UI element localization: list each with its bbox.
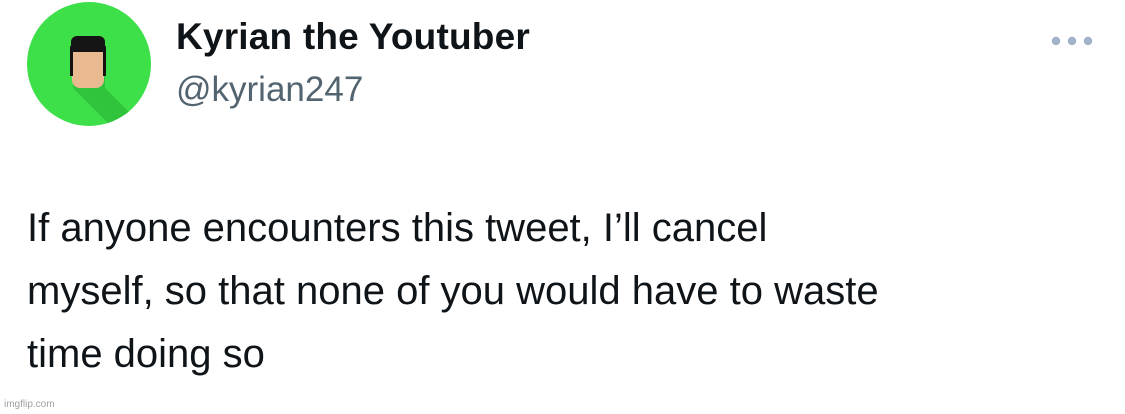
roblox-head-avatar-icon (27, 2, 151, 126)
tweet-text-line: If anyone encounters this tweet, I’ll ca… (27, 206, 768, 250)
imgflip-watermark: imgflip.com (4, 399, 55, 410)
author-handle[interactable]: @kyrian247 (176, 70, 363, 110)
avatar[interactable] (27, 2, 151, 126)
more-options-button[interactable] (1048, 26, 1096, 56)
tweet-text: If anyone encounters this tweet, I’ll ca… (27, 197, 1107, 386)
tweet-text-line: time doing so (27, 332, 265, 376)
more-horizontal-icon (1051, 36, 1093, 46)
author-display-name[interactable]: Kyrian the Youtuber (176, 16, 530, 58)
tweet-text-line: myself, so that none of you would have t… (27, 269, 879, 313)
